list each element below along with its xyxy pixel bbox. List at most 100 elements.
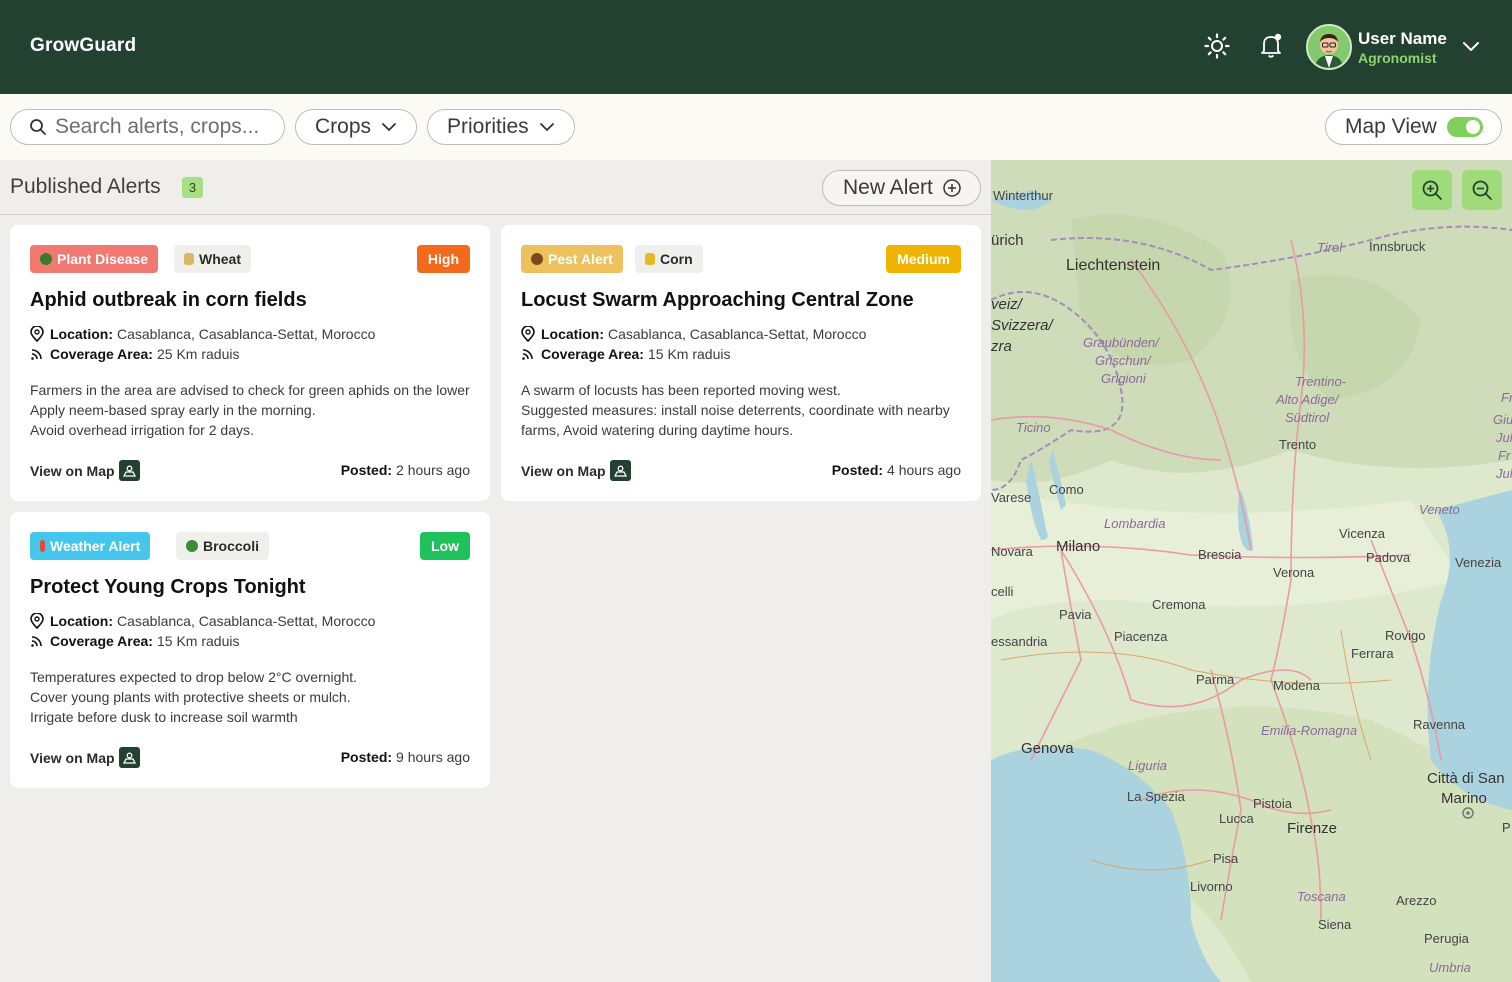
map-pin-icon — [118, 460, 140, 481]
search-icon — [30, 119, 46, 135]
brand-logo[interactable]: GrowGuard — [30, 35, 136, 57]
map-label: La Spezia — [1127, 789, 1185, 804]
alert-location: Location: Casablanca, Casablanca-Settat,… — [30, 326, 375, 342]
chevron-down-icon[interactable] — [1460, 36, 1482, 58]
category-tag: Weather Alert — [30, 532, 151, 560]
map-label: Ticino — [1016, 420, 1051, 435]
map-label: Svizzera/ — [991, 317, 1053, 334]
map-pin-icon — [609, 460, 631, 481]
thermometer-icon — [40, 540, 45, 552]
map-label: Novara — [991, 544, 1033, 559]
plus-circle-icon — [943, 179, 961, 197]
map-label: Piacenza — [1114, 629, 1168, 644]
category-tag: Pest Alert — [521, 245, 623, 273]
posted-label: Posted: — [831, 462, 884, 478]
alert-card[interactable]: Pest Alert Corn Medium Locust Swarm Appr… — [501, 225, 981, 501]
signal-icon — [31, 636, 42, 647]
alert-title: Aphid outbreak in corn fields — [30, 289, 307, 311]
map-label: Firenze — [1287, 820, 1338, 837]
posted-value: 2 hours ago — [396, 462, 470, 478]
map-view-toggle[interactable] — [1446, 117, 1483, 137]
map-label: Alto Adige/ — [1276, 392, 1339, 407]
map-label: Siena — [1318, 917, 1352, 932]
crops-filter-label: Crops — [315, 115, 372, 138]
alert-location: Location: Casablanca, Casablanca-Settat,… — [30, 613, 375, 629]
posted-label: Posted: — [340, 749, 393, 765]
alert-description: Farmers in the area are advised to check… — [30, 382, 470, 438]
map-label: ürich — [991, 232, 1024, 249]
map-label: Modena — [1273, 678, 1320, 693]
view-on-map-link[interactable]: View on Map — [521, 460, 631, 481]
crop-tag: Wheat — [174, 245, 251, 273]
posted-time: Posted: 9 hours ago — [341, 749, 470, 765]
map-label: Grischun/ — [1095, 353, 1151, 368]
map-label: Grigioni — [1101, 371, 1146, 386]
location-pin-icon — [30, 613, 44, 629]
map-label: Fr — [1501, 390, 1512, 405]
map-view-toggle-pill[interactable]: Map View — [1325, 109, 1502, 145]
map-label: Graubünden/ — [1083, 335, 1159, 350]
map-label: Pavia — [1059, 607, 1092, 622]
bell-icon[interactable] — [1255, 30, 1287, 62]
filter-toolbar: Crops Priorities Map View — [0, 94, 1512, 160]
view-on-map-link[interactable]: View on Map — [30, 460, 140, 481]
posted-value: 9 hours ago — [396, 749, 470, 765]
coverage-value: 25 Km raduis — [156, 346, 240, 362]
map-label: Cremona — [1152, 597, 1206, 612]
crop-label: Broccoli — [203, 538, 260, 554]
alert-location: Location: Casablanca, Casablanca-Settat,… — [521, 326, 866, 342]
map-label: Liechtenstein — [1066, 257, 1161, 274]
map-label: Rovigo — [1385, 628, 1426, 643]
priorities-filter-label: Priorities — [447, 115, 529, 138]
coverage-value: 15 Km raduis — [647, 346, 731, 362]
alert-description: A swarm of locusts has been reported mov… — [521, 382, 950, 438]
top-header: GrowGuard User Name Agronomist — [0, 0, 1512, 94]
map-label: Juli — [1496, 466, 1512, 481]
priority-badge: Medium — [886, 245, 961, 273]
map-label: Winterthur — [993, 188, 1053, 203]
alert-coverage: Coverage Area: 25 Km raduis — [30, 346, 239, 362]
map-label: Trento — [1279, 437, 1317, 452]
crop-tag: Broccoli — [176, 532, 270, 560]
category-label: Weather Alert — [50, 538, 141, 554]
sun-icon[interactable] — [1201, 30, 1233, 62]
avatar[interactable] — [1306, 24, 1352, 70]
map-label: Genova — [1021, 740, 1074, 757]
posted-value: 4 hours ago — [887, 462, 961, 478]
view-on-map-link[interactable]: View on Map — [30, 747, 140, 768]
priority-badge: High — [416, 245, 470, 273]
chevron-down-icon — [539, 123, 554, 131]
map-label: Città di San — [1427, 770, 1505, 787]
map-label: Innsbruck — [1369, 239, 1426, 254]
coverage-label: Coverage Area: — [50, 346, 153, 362]
map-label: Umbria — [1429, 960, 1471, 975]
map-label: Vicenza — [1339, 526, 1386, 541]
map-label: Venezia — [1455, 555, 1502, 570]
map-panel[interactable]: Winterthur ürich Liechtenstein Tirol Inn… — [991, 160, 1512, 982]
zoom-out-button[interactable] — [1462, 170, 1502, 210]
map-label: Padova — [1366, 550, 1411, 565]
map-pin-icon — [118, 747, 140, 768]
signal-icon — [522, 349, 533, 360]
search-box[interactable] — [10, 109, 285, 145]
alert-card[interactable]: Weather Alert Broccoli Low Protect Young… — [10, 512, 490, 788]
map-label: Arezzo — [1396, 893, 1437, 908]
map-label: essandria — [991, 634, 1048, 649]
new-alert-button[interactable]: New Alert — [822, 170, 981, 206]
new-alert-label: New Alert — [843, 176, 933, 199]
map-label: Como — [1049, 482, 1084, 497]
published-alerts-title: Published Alerts — [10, 175, 161, 198]
map-label: Liguria — [1128, 758, 1168, 773]
priorities-filter-dropdown[interactable]: Priorities — [427, 109, 575, 145]
map-label: Giul — [1493, 412, 1512, 427]
search-input[interactable] — [55, 115, 275, 139]
posted-time: Posted: 2 hours ago — [341, 462, 470, 478]
zoom-in-button[interactable] — [1412, 170, 1452, 210]
map-label: Emilia-Romagna — [1261, 723, 1358, 738]
alert-card[interactable]: Plant Disease Wheat High Aphid outbreak … — [10, 225, 490, 501]
crops-filter-dropdown[interactable]: Crops — [295, 109, 417, 145]
map-label: celli — [991, 584, 1014, 599]
view-on-map-label: View on Map — [30, 749, 115, 766]
alert-description: Temperatures expected to drop below 2°C … — [30, 669, 358, 725]
category-label: Pest Alert — [548, 251, 613, 267]
